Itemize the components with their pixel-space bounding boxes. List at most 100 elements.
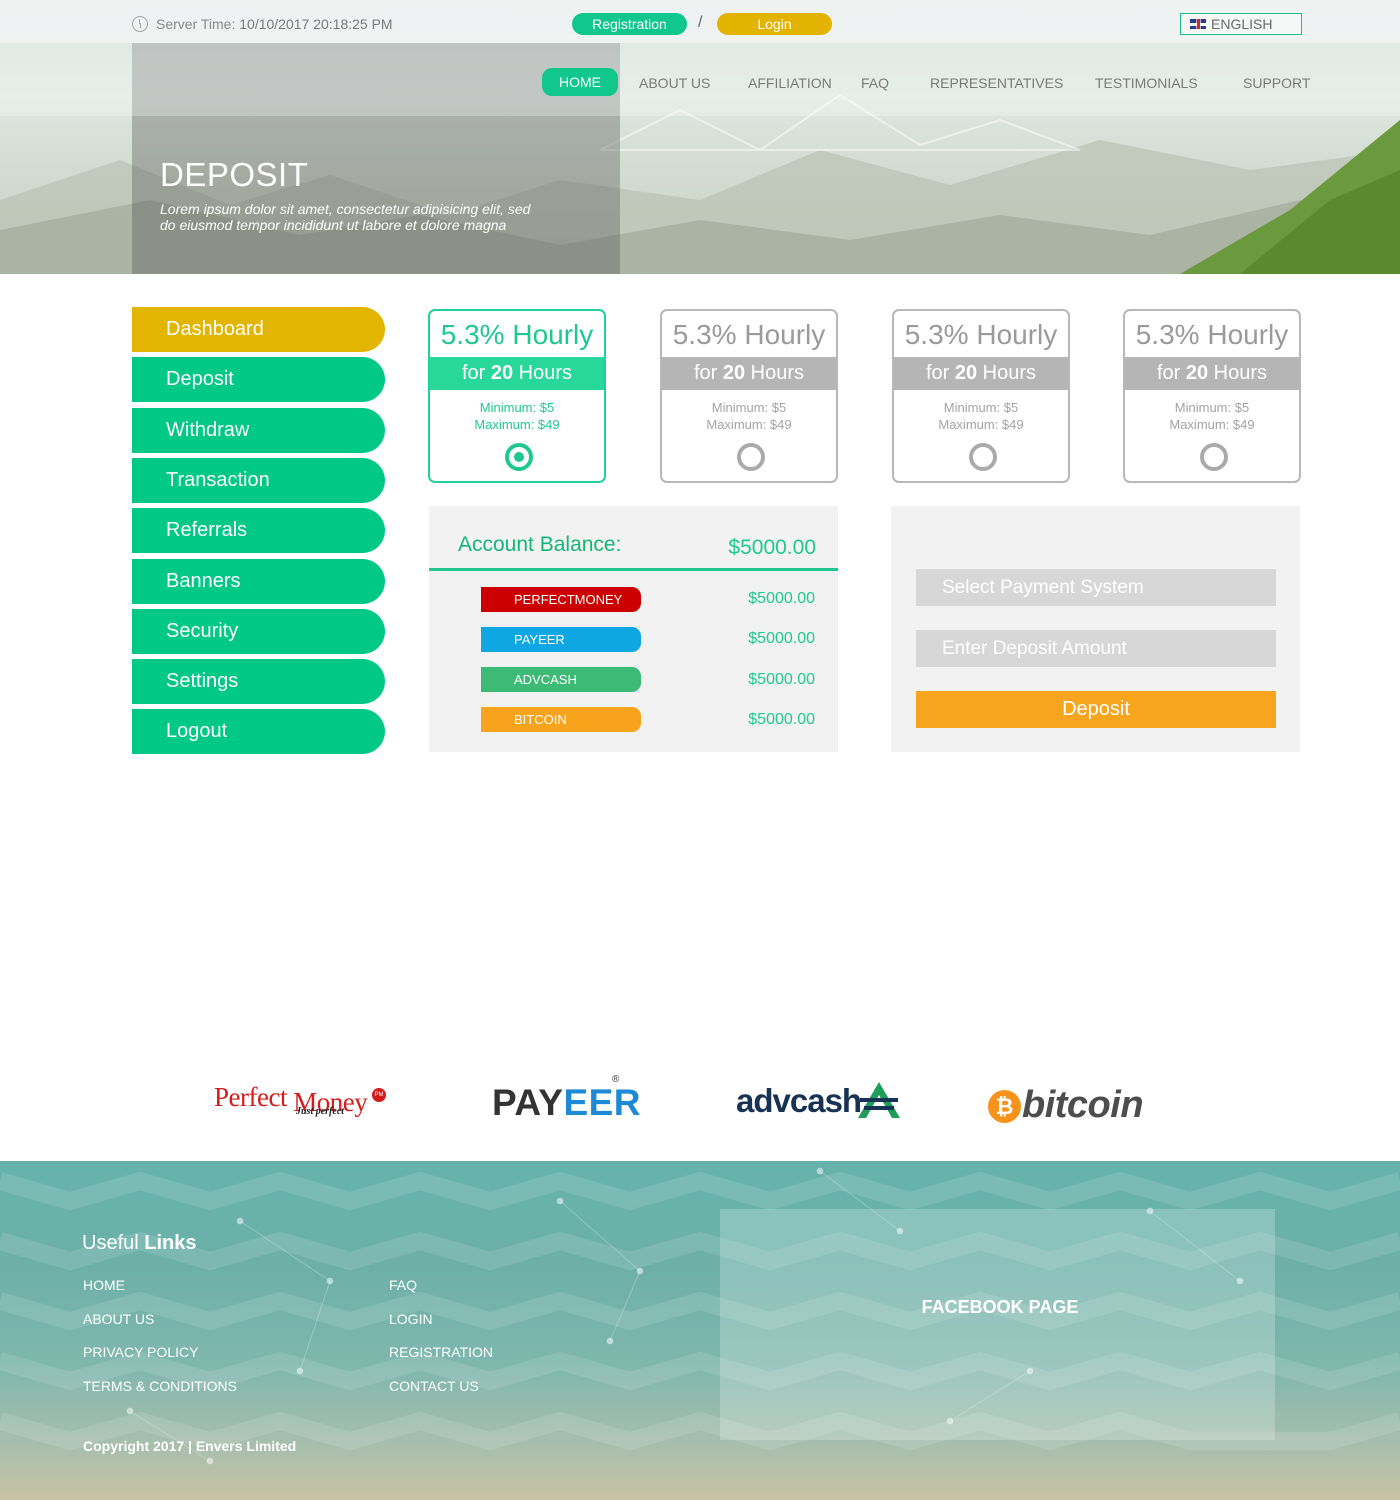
advcash-mark-icon [858,1082,900,1118]
plan-period: Hourly [1207,319,1289,350]
footer-link-privacy-policy[interactable]: PRIVACY POLICY [83,1344,198,1360]
plan-rate-value: 5.3% [904,319,969,350]
nav-about-us[interactable]: ABOUT US [639,75,710,91]
perfect-money-logo: Perfect Money Just perfect PM [214,1082,389,1122]
plan-maximum: Maximum: $49 [706,417,792,432]
plan-duration: for 20 Hours [1125,357,1299,390]
deposit-amount-input[interactable]: Enter Deposit Amount [916,630,1276,667]
registered-mark: ® [612,1074,620,1085]
plan-period: Hourly [512,319,594,350]
sidebar-item-withdraw[interactable]: Withdraw [132,408,385,453]
sidebar-item-logout[interactable]: Logout [132,709,385,754]
plan-card[interactable]: 5.3% Hourly for 20 Hours Minimum: $5 Max… [660,309,838,483]
footer-link-faq[interactable]: FAQ [389,1277,417,1293]
facebook-page-widget[interactable]: FACEBOOK PAGE [720,1209,1275,1440]
plan-maximum: Maximum: $49 [474,417,560,432]
payeer-logo: PAYEER ® [492,1074,641,1123]
bitcoin-badge: BITCOIN [481,707,641,732]
nav-representatives[interactable]: REPRESENTATIVES [930,75,1063,91]
perfect-money-badge-icon: PM [372,1088,386,1102]
plan-minimum: Minimum: $5 [1174,400,1250,415]
bitcoin-logo-text: bitcoin [1022,1084,1144,1126]
plan-duration: for 20 Hours [894,357,1068,390]
plan-duration-prefix: for [1156,362,1181,384]
copyright: Copyright 2017 | Envers Limited [83,1438,297,1454]
perfectmoney-amount: $5000.00 [748,590,815,607]
plan-rate-value: 5.3% [1135,319,1200,350]
plan-duration: for 20 Hours [430,357,604,390]
sidebar-item-settings[interactable]: Settings [132,659,385,704]
auth-separator: / [698,14,703,31]
bitcoin-amount: $5000.00 [748,711,815,728]
server-time-label: Server Time: [156,16,236,32]
plan-rate: 5.3% Hourly [662,319,836,351]
page-subtitle: Lorem ipsum dolor sit amet, consectetur … [160,201,531,233]
hero-banner: Server Time: 10/10/2017 20:18:25 PM Regi… [0,0,1400,274]
plan-duration-unit: Hours [1213,362,1268,384]
account-balance-label: Account Balance: [458,533,622,556]
useful-links-heading-bold: Links [144,1232,197,1254]
perfect-money-tagline: Just perfect [296,1106,345,1117]
bitcoin-icon: ₿ [988,1090,1021,1123]
nav-affiliation[interactable]: AFFILIATION [748,75,832,91]
sidebar-item-referrals[interactable]: Referrals [132,508,385,553]
clock-icon [132,16,148,32]
footer-link-login[interactable]: LOGIN [389,1311,433,1327]
login-button[interactable]: Login [717,13,832,35]
footer-link-registration[interactable]: REGISTRATION [389,1344,493,1360]
language-selector[interactable]: ENGLISH [1180,13,1302,35]
account-balance-total: $5000.00 [728,536,816,559]
perfectmoney-badge: PERFECTMONEY [481,587,641,612]
nav-home[interactable]: HOME [542,68,618,96]
uk-flag-icon [1190,19,1206,29]
plan-duration-prefix: for [925,362,950,384]
registration-button[interactable]: Registration [572,13,687,35]
plan-radio-icon[interactable] [1200,443,1228,471]
plan-minimum: Minimum: $5 [943,400,1019,415]
sidebar-item-deposit[interactable]: Deposit [132,357,385,402]
footer-link-terms[interactable]: TERMS & CONDITIONS [83,1378,237,1394]
plan-period: Hourly [976,319,1058,350]
footer-link-contact-us[interactable]: CONTACT US [389,1378,479,1394]
plan-rate-value: 5.3% [672,319,737,350]
footer: Useful Links HOME ABOUT US PRIVACY POLIC… [0,1161,1400,1500]
plan-minimum: Minimum: $5 [711,400,787,415]
payeer-logo-part1: PAY [492,1082,564,1123]
plan-rate-value: 5.3% [440,319,505,350]
plan-radio-icon[interactable] [969,443,997,471]
plan-duration-value: 20 [1185,362,1209,384]
sidebar-item-banners[interactable]: Banners [132,559,385,604]
plan-duration-prefix: for [461,362,486,384]
plan-duration-prefix: for [693,362,718,384]
advcash-badge: ADVCASH [481,667,641,692]
plan-maximum: Maximum: $49 [938,417,1024,432]
payeer-logo-text: PAYEER [492,1082,641,1124]
footer-link-home[interactable]: HOME [83,1277,125,1293]
bitcoin-logo: ₿ bitcoin [988,1084,1158,1130]
footer-link-about-us[interactable]: ABOUT US [83,1311,154,1327]
sidebar-item-security[interactable]: Security [132,609,385,654]
language-label: ENGLISH [1211,16,1273,32]
sidebar-item-dashboard[interactable]: Dashboard [132,307,385,352]
page-title: DEPOSIT [160,156,309,193]
sidebar-item-transaction[interactable]: Transaction [132,458,385,503]
advcash-amount: $5000.00 [748,671,815,688]
nav-testimonials[interactable]: TESTIMONIALS [1095,75,1198,91]
plan-duration-value: 20 [722,362,746,384]
nav-support[interactable]: SUPPORT [1243,75,1310,91]
plan-card[interactable]: 5.3% Hourly for 20 Hours Minimum: $5 Max… [1123,309,1301,483]
nav-faq[interactable]: FAQ [861,75,889,91]
deposit-button[interactable]: Deposit [916,691,1276,728]
plan-radio-icon[interactable] [737,443,765,471]
plan-duration-unit: Hours [982,362,1037,384]
plan-duration-unit: Hours [518,362,573,384]
account-balance-panel: Account Balance: $5000.00 PERFECTMONEY $… [429,506,838,752]
plan-maximum: Maximum: $49 [1169,417,1255,432]
useful-links-heading: Useful Links [82,1232,197,1255]
payment-system-select[interactable]: Select Payment System [916,569,1276,606]
plan-card[interactable]: 5.3% Hourly for 20 Hours Minimum: $5 Max… [892,309,1070,483]
plan-card[interactable]: 5.3% Hourly for 20 Hours Minimum: $5 Max… [428,309,606,483]
plan-rate: 5.3% Hourly [1125,319,1299,351]
plan-radio-selected-icon[interactable] [505,443,533,471]
payeer-logo-part2: EER [563,1082,642,1123]
